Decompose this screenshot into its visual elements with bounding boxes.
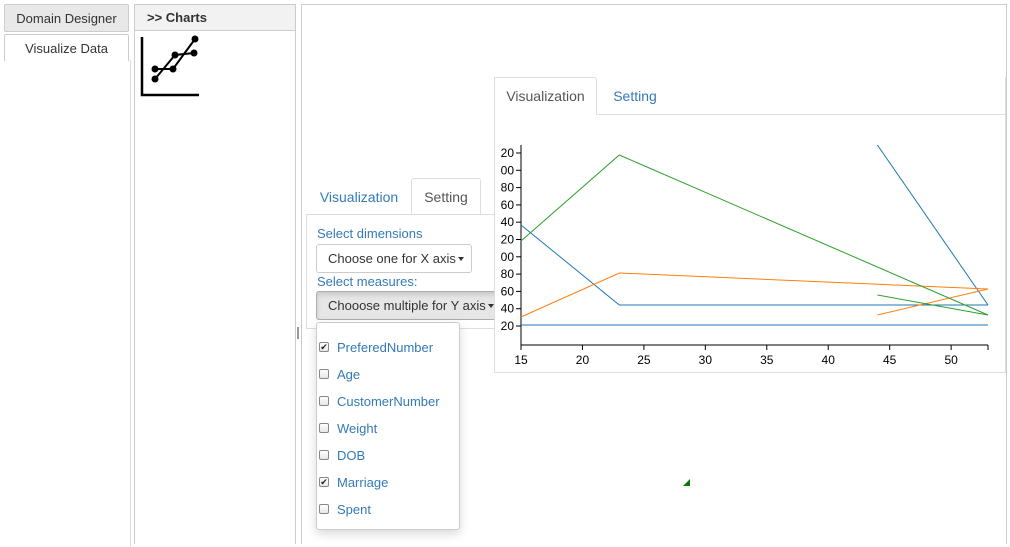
series-line [520,272,989,318]
caret-down-icon [487,303,494,308]
menu-item-label: CustomerNumber [337,393,440,409]
y-tick-label: 00 [501,250,515,264]
menu-item-label: Marriage [337,474,389,490]
menu-item-spent[interactable]: Spent [317,499,371,519]
x-axis-dropdown[interactable]: Choose one for X axis [316,244,472,273]
x-tick-label: 30 [699,353,713,367]
tab-setting-link[interactable]: Setting [600,77,670,115]
nav-column [4,60,131,547]
splitter-handle[interactable] [297,327,299,339]
y-tick-label: 80 [501,181,515,195]
charts-header: >> Charts [135,5,295,31]
y-tick-label: 60 [501,284,515,298]
x-tick-label: 45 [883,353,897,367]
y-tick-label: 20 [501,146,515,160]
resize-handle-icon[interactable] [683,479,690,486]
checkbox[interactable]: ✔ [319,342,329,352]
checkbox[interactable] [319,396,329,406]
y-tick-label: 40 [501,302,515,316]
caret-down-icon [457,256,464,261]
checkbox[interactable] [319,504,329,514]
line-chart-icon[interactable] [139,35,199,97]
tab-visualization-active[interactable]: Visualization [494,77,597,115]
tab-visualization[interactable]: Visualization [308,178,410,215]
x-tick-label: 40 [822,353,836,367]
tab-setting[interactable]: Setting [411,178,481,215]
series-line [877,288,989,316]
y-tick-label: 60 [501,198,515,212]
y-tick-label: 20 [501,233,515,247]
x-tick-label: 25 [637,353,651,367]
series-line [876,144,989,306]
x-tick-label: 50 [944,353,958,367]
x-axis-dropdown-label: Choose one for X axis [328,251,456,266]
menu-item-label: Age [337,366,361,382]
menu-item-dob[interactable]: DOB [317,445,365,465]
x-tick-label: 35 [760,353,774,367]
line-chart: 20 00 80 60 40 20 00 80 60 40 20 15 20 25 30 35 40 45 50 [501,144,989,367]
nav-domain-designer[interactable]: Domain Designer [4,4,129,32]
nav-visualize-data[interactable]: Visualize Data [4,34,129,62]
series-line [520,224,988,306]
menu-item-label: PreferedNumber [337,339,434,355]
measures-label: Select measures: [317,274,418,289]
y-tick-label: 00 [501,163,515,177]
x-tick-label: 15 [514,353,528,367]
y-axis-dropdown[interactable]: Chooose multiple for Y axis [316,291,504,320]
menu-item-marriage[interactable]: ✔ Marriage [317,472,388,492]
menu-item-label: Weight [337,420,378,436]
y-tick-label: 40 [501,215,515,229]
measures-menu: ✔ PreferedNumber Age CustomerNumber Weigh… [316,322,460,530]
menu-item-label: Spent [337,501,371,517]
y-tick-label: 80 [501,267,515,281]
checkbox[interactable] [319,423,329,433]
menu-item-customer-number[interactable]: CustomerNumber [317,391,440,411]
menu-item-age[interactable]: Age [317,364,360,384]
menu-item-label: DOB [337,447,366,463]
dimensions-label: Select dimensions [317,226,423,241]
menu-item-prefered-number[interactable]: ✔ PreferedNumber [317,337,433,357]
checkbox[interactable]: ✔ [319,477,329,487]
checkbox[interactable] [319,450,329,460]
checkbox[interactable] [319,369,329,379]
series-line [520,154,989,316]
x-tick-label: 20 [576,353,590,367]
menu-item-weight[interactable]: Weight [317,418,377,438]
charts-panel: >> Charts [134,4,296,544]
y-tick-label: 20 [501,319,515,333]
y-axis-dropdown-label: Chooose multiple for Y axis [328,298,486,313]
